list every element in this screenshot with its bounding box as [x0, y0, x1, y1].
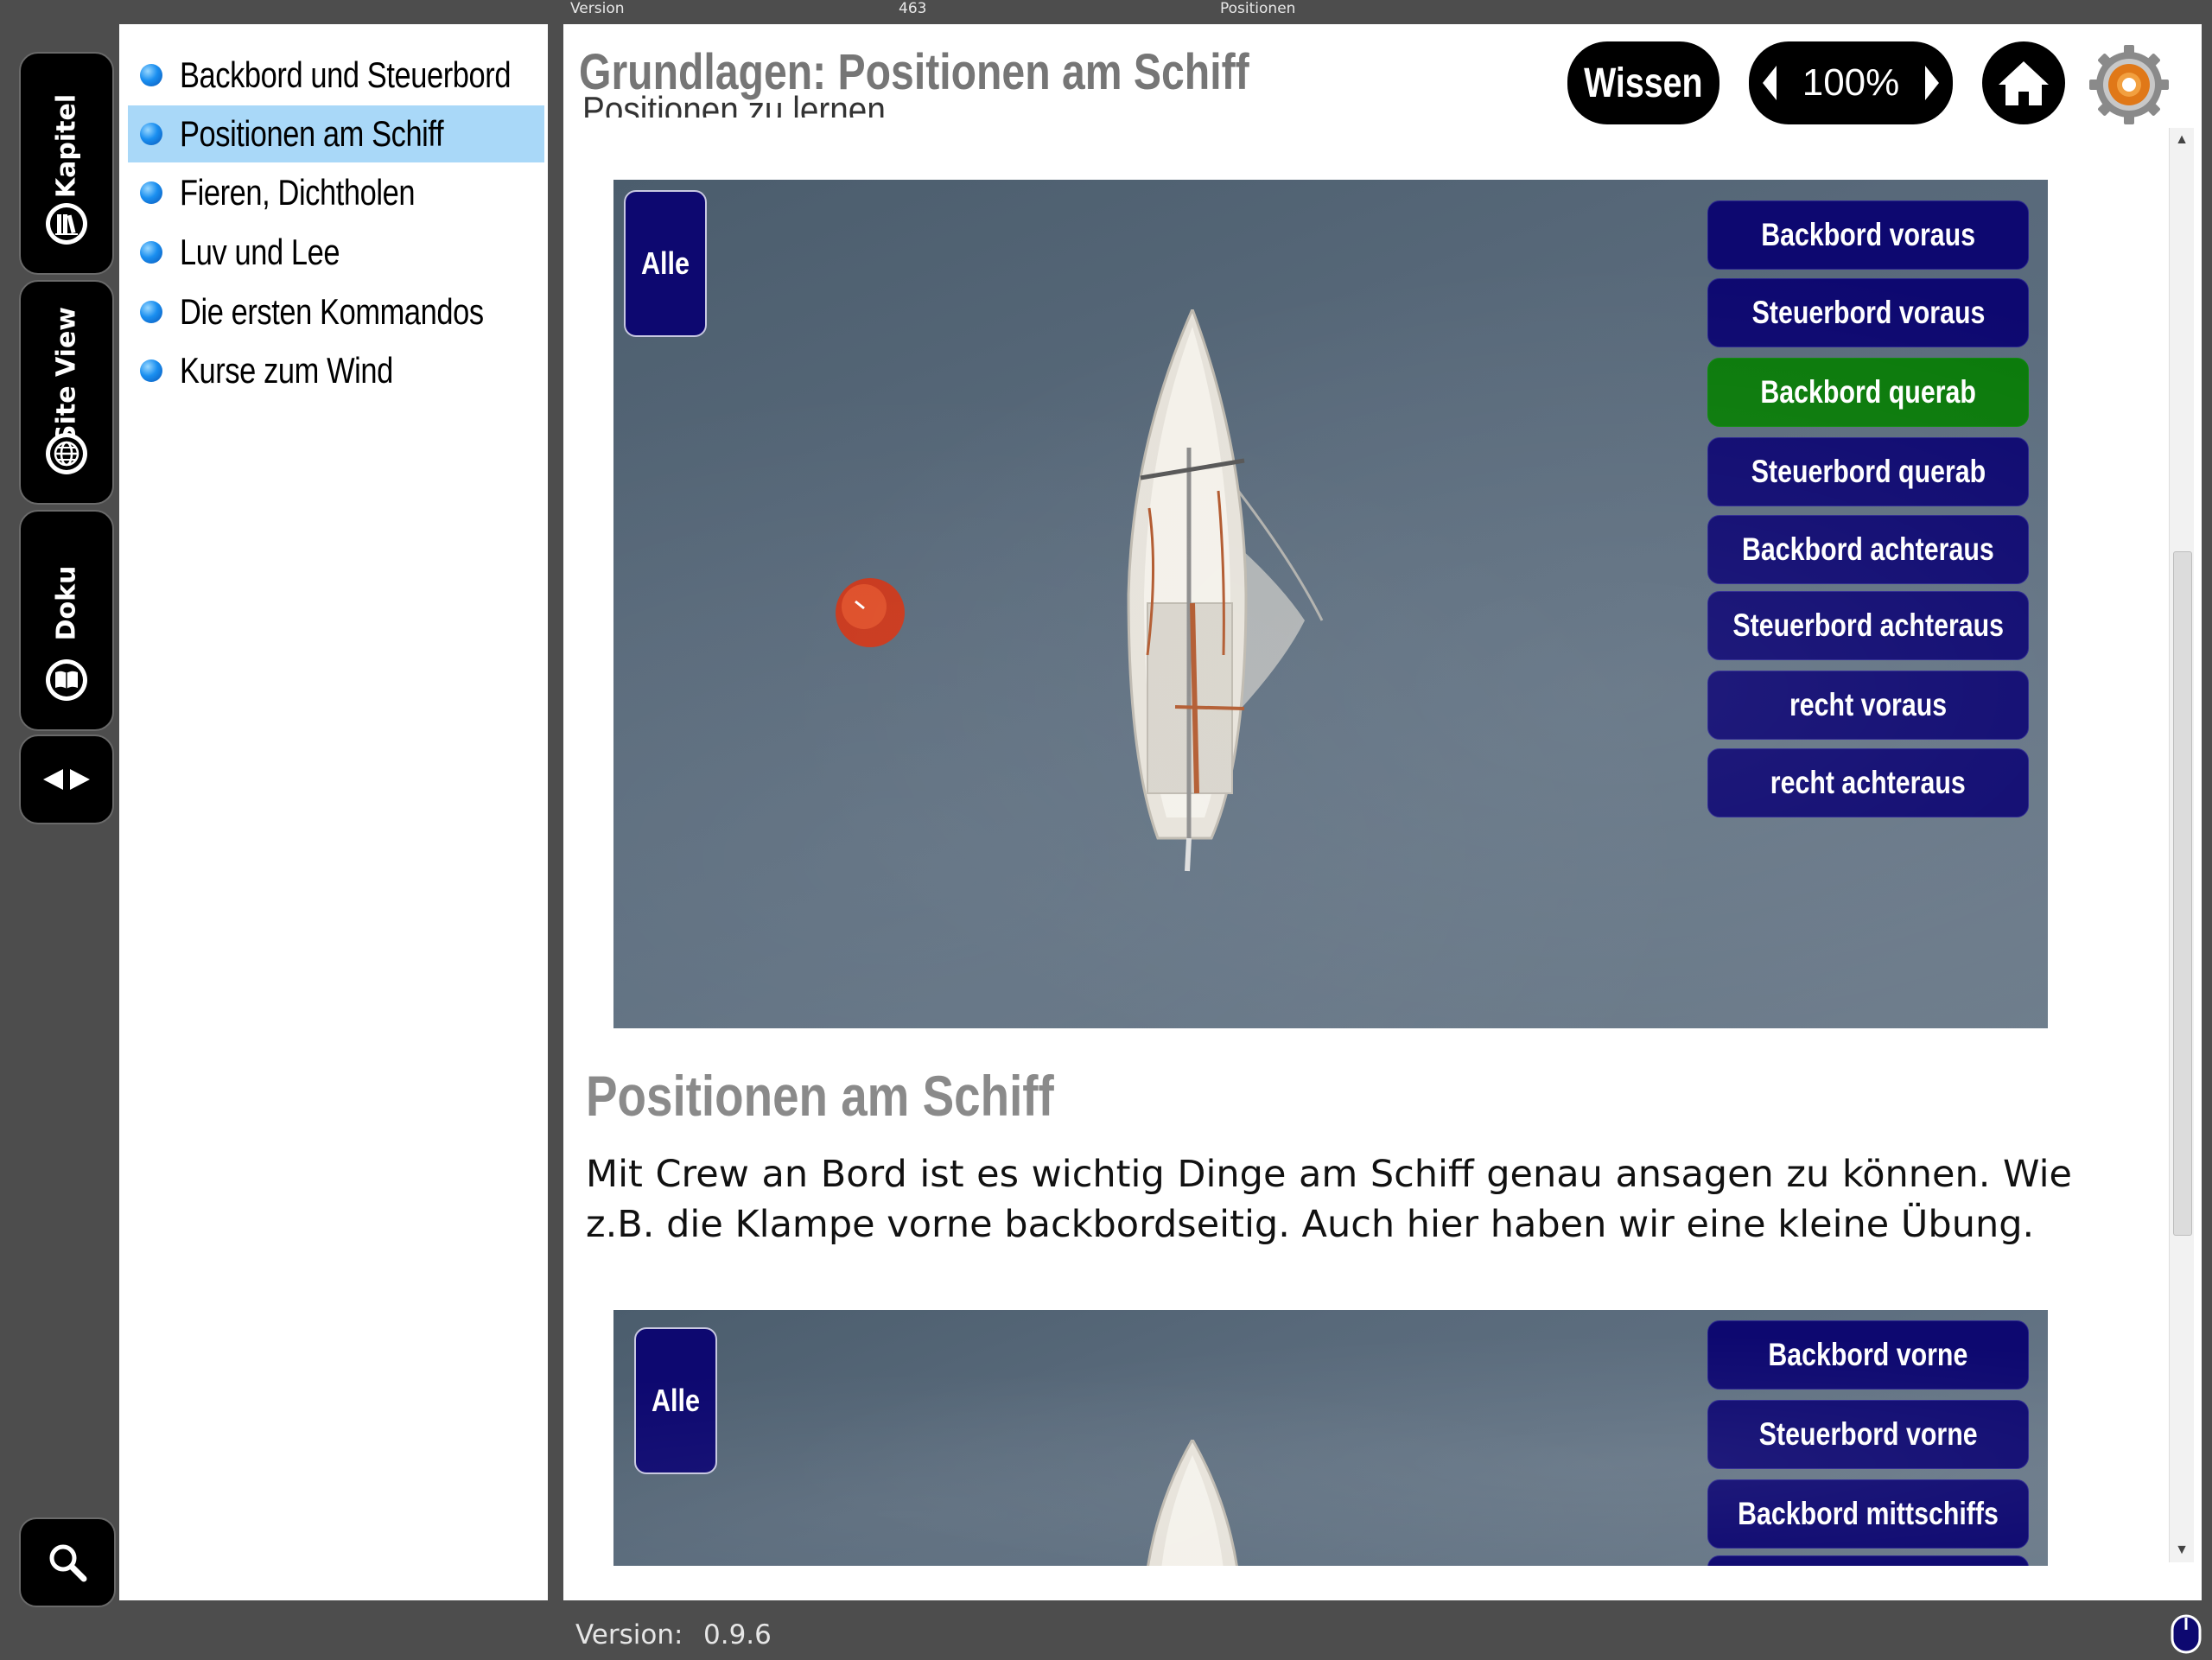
chapter-label: Fieren, Dichtholen	[180, 172, 416, 213]
chapter-item-positionen-am-schiff[interactable]: Positionen am Schiff	[128, 105, 544, 162]
search-icon	[49, 1544, 87, 1582]
buoy-image	[836, 578, 905, 647]
scroll-up-icon[interactable]: ▲	[2173, 131, 2190, 149]
zoom-increase-icon[interactable]	[1922, 62, 1942, 104]
content-scrollbar[interactable]: ▲ ▼	[2169, 128, 2194, 1562]
tab-doku[interactable]: Doku	[19, 510, 114, 731]
home-icon	[1999, 61, 2049, 105]
tab-site-view-label: Site View	[51, 306, 82, 443]
boat-part-option-button[interactable]	[1707, 1555, 2029, 1566]
position-option-button[interactable]: Steuerbord voraus	[1707, 278, 2029, 347]
settings-button[interactable]	[2086, 41, 2172, 128]
chapter-label: Luv und Lee	[180, 232, 340, 272]
chapter-item-kurse-zum-wind[interactable]: Kurse zum Wind	[128, 342, 544, 399]
chapter-item-backbord-steuerbord[interactable]: Backbord und Steuerbord	[128, 47, 544, 104]
boat-part-option-button[interactable]: Steuerbord vorne	[1707, 1400, 2029, 1469]
position-option-button[interactable]: Backbord voraus	[1707, 200, 2029, 270]
zoom-level: 100%	[1802, 61, 1900, 104]
gear-icon	[2089, 45, 2169, 124]
chapter-label: Positionen am Schiff	[180, 113, 444, 154]
scroll-down-icon[interactable]: ▼	[2173, 1542, 2190, 1559]
chapter-item-luv-und-lee[interactable]: Luv und Lee	[128, 224, 544, 281]
position-option-button[interactable]: recht voraus	[1707, 671, 2029, 740]
status-number: 463	[899, 0, 927, 17]
wissen-label: Wissen	[1584, 60, 1703, 106]
version-label: Version:	[575, 1619, 683, 1650]
position-option-button[interactable]: recht achteraus	[1707, 748, 2029, 817]
scrollbar-thumb[interactable]	[2173, 551, 2192, 1236]
show-all-button[interactable]: Alle	[624, 190, 707, 337]
chapter-item-fieren-dichtholen[interactable]: Fieren, Dichtholen	[128, 164, 544, 221]
boat-parts-exercise[interactable]: Alle Backbord vorne Steuerbord vorne Bac…	[613, 1310, 2048, 1566]
chapter-list: Backbord und Steuerbord Positionen am Sc…	[119, 24, 548, 1600]
zoom-control[interactable]: 100%	[1749, 41, 1953, 124]
chapter-label: Die ersten Kommandos	[180, 291, 484, 332]
bullet-icon	[140, 241, 162, 264]
boat-part-option-button[interactable]: Backbord vorne	[1707, 1320, 2029, 1390]
position-option-button[interactable]: Backbord achteraus	[1707, 515, 2029, 584]
bullet-icon	[140, 301, 162, 323]
status-page: Positionen	[1220, 0, 1296, 17]
book-icon	[44, 658, 89, 707]
tab-kapitel-label: Kapitel	[51, 93, 82, 198]
show-all-label: Alle	[651, 1383, 701, 1418]
chapter-item-die-ersten-kommandos[interactable]: Die ersten Kommandos	[128, 283, 544, 340]
home-button[interactable]	[1982, 41, 2065, 124]
position-option-button-correct[interactable]: Backbord querab	[1707, 358, 2029, 427]
bullet-icon	[140, 359, 162, 382]
sailboat-image	[1147, 1440, 1238, 1566]
page-title: Grundlagen: Positionen am Schiff	[579, 44, 1249, 100]
sailboat-image	[1127, 309, 1324, 872]
chapter-label: Kurse zum Wind	[180, 350, 393, 391]
tab-doku-label: Doku	[51, 565, 82, 641]
section-body-text: Mit Crew an Bord ist es wichtig Dinge am…	[586, 1153, 2072, 1246]
left-right-arrows-icon[interactable]	[19, 735, 114, 824]
chapter-label: Backbord und Steuerbord	[180, 54, 512, 95]
scrolled-text-fragment: Positionen zu lernen.	[582, 93, 895, 118]
top-status-bar: Version 463 Positionen	[0, 0, 2212, 22]
bullet-icon	[140, 181, 162, 204]
section-title: Positionen am Schiff	[586, 1064, 1054, 1128]
wissen-button[interactable]: Wissen	[1567, 41, 1719, 124]
position-option-button[interactable]: Steuerbord achteraus	[1707, 591, 2029, 660]
books-icon	[44, 201, 89, 251]
boat-positions-exercise[interactable]: Alle Backbord voraus Steuerbord voraus B…	[613, 180, 2048, 1028]
tab-kapitel[interactable]: Kapitel	[19, 52, 114, 275]
bullet-icon	[140, 64, 162, 86]
globe-icon	[44, 431, 89, 480]
status-version: Version	[570, 0, 625, 17]
content-panel: Grundlagen: Positionen am Schiff Positio…	[563, 24, 2202, 1600]
version-value: 0.9.6	[703, 1619, 772, 1650]
tab-site-view[interactable]: Site View	[19, 280, 114, 505]
search-button[interactable]	[19, 1517, 116, 1607]
show-all-button[interactable]: Alle	[634, 1327, 717, 1474]
zoom-decrease-icon[interactable]	[1759, 62, 1780, 104]
boat-part-option-button[interactable]: Backbord mittschiffs	[1707, 1479, 2029, 1549]
position-option-button[interactable]: Steuerbord querab	[1707, 437, 2029, 506]
show-all-label: Alle	[640, 245, 690, 281]
mouse-icon	[2167, 1612, 2205, 1656]
bullet-icon	[140, 123, 162, 145]
